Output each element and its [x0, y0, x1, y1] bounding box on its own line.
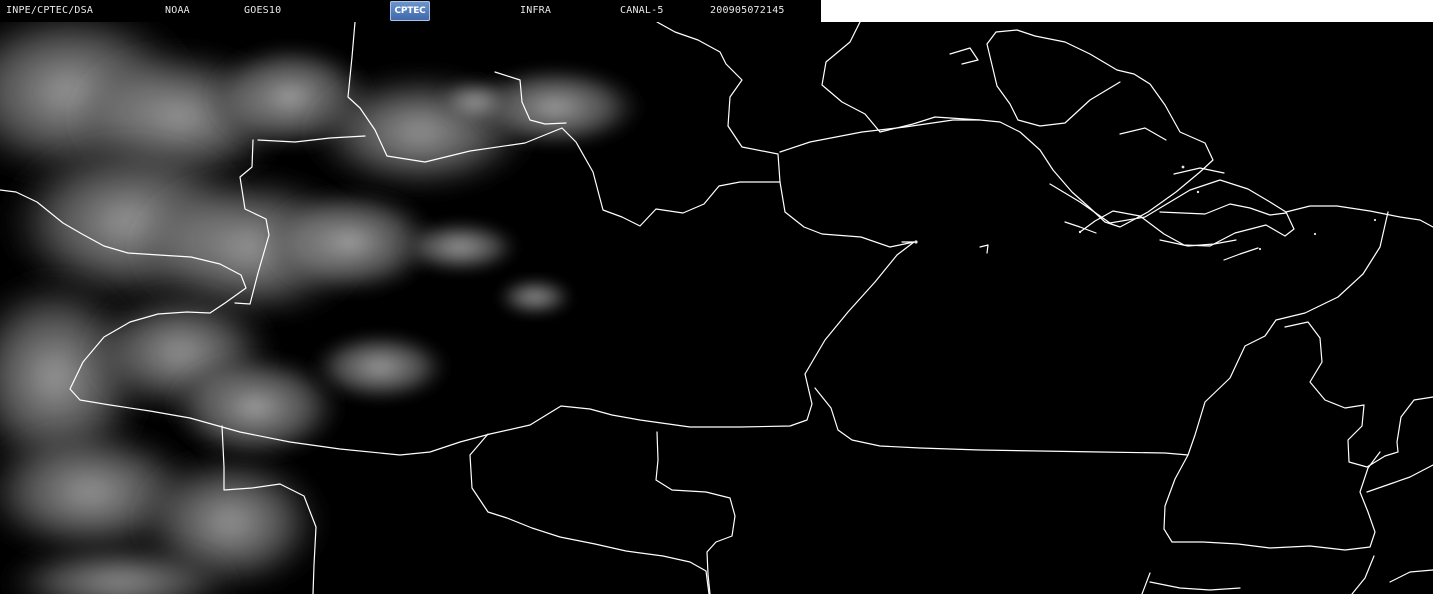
- channel-label: CANAL-5: [620, 5, 664, 16]
- boundary-dot: [1373, 218, 1377, 222]
- satellite-map-area: [0, 22, 1433, 594]
- boundary-dot: [1078, 230, 1082, 234]
- source-label: INPE/CPTEC/DSA: [6, 5, 94, 16]
- agency-label: NOAA: [165, 5, 190, 16]
- cptec-logo-text: CPTEC: [394, 6, 426, 16]
- boundary-dot: [1313, 232, 1317, 236]
- boundary-dot: [1181, 165, 1185, 169]
- top-status-bar-white-panel: [821, 0, 1433, 22]
- boundary-dot: [1196, 190, 1200, 194]
- boundary-dot: [1258, 247, 1262, 251]
- cptec-logo: CPTEC: [390, 1, 430, 21]
- boundary-dot: [914, 240, 918, 244]
- product-label: INFRA: [520, 5, 552, 16]
- timestamp-label: 200905072145: [710, 5, 785, 16]
- satellite-label: GOES10: [244, 5, 282, 16]
- satellite-map-svg: [0, 22, 1433, 594]
- top-status-bar: INPE/CPTEC/DSA NOAA GOES10 CPTEC INFRA C…: [0, 0, 821, 22]
